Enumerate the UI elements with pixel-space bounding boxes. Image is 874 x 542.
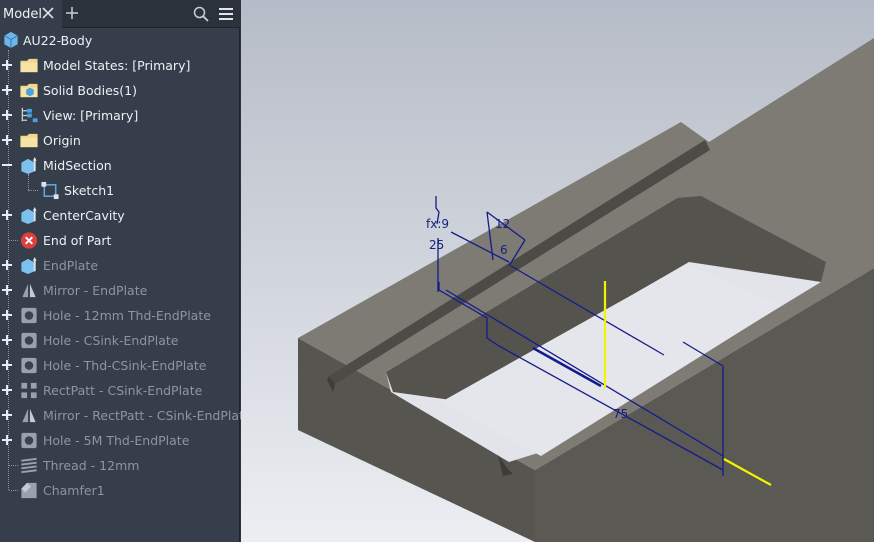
tree-item-label: Solid Bodies(1) [43,83,137,98]
tree-item-label: CenterCavity [43,208,125,223]
expand-icon[interactable] [1,359,13,371]
dim-75-label[interactable]: 75 [613,407,628,421]
tree-connector [9,490,18,491]
tree-item[interactable]: Mirror - EndPlate [0,278,240,303]
tree-item[interactable]: Thread - 12mm [0,453,240,478]
expand-icon[interactable] [1,284,13,296]
expand-icon[interactable] [1,259,13,271]
view-icon [21,107,38,123]
tree-item[interactable]: Mirror - RectPatt - CSink-EndPlate [0,403,252,428]
tree-item-label: Thread - 12mm [43,458,140,473]
expand-icon[interactable] [1,84,13,96]
tree-item-label: Mirror - RectPatt - CSink-EndPlate [43,408,252,423]
dim-6-label[interactable]: 6 [500,243,508,257]
tree-item[interactable]: Hole - CSink-EndPlate [0,328,240,353]
browser-header: Model [0,0,240,28]
tree-root-item[interactable]: AU22-Body [0,28,240,53]
tree-item[interactable]: Sketch1 [0,174,240,203]
extrude-icon [21,156,37,175]
tree-connector [28,174,29,190]
tree-item-label: EndPlate [43,258,99,273]
tree-item-label: Mirror - EndPlate [43,283,148,298]
tree-item[interactable]: MidSection [0,153,240,178]
expand-icon[interactable] [1,334,13,346]
hole-icon [21,307,37,324]
tree-item[interactable]: End of Part [0,228,240,253]
tree-item-label: Chamfer1 [43,483,105,498]
folder-icon [20,133,38,148]
dim-fx-label[interactable]: fx:9 [426,217,449,231]
rect-pattern-icon [21,382,37,399]
tab-model-label: Model [3,6,43,22]
tree-item[interactable]: Hole - 12mm Thd-EndPlate [0,303,240,328]
hamburger-menu-icon[interactable] [218,7,234,21]
close-icon[interactable] [41,6,55,20]
dim-12-label[interactable]: 12 [495,217,510,231]
expand-icon[interactable] [1,134,13,146]
tree-item-label: MidSection [43,158,112,173]
tree-item-label: Origin [43,133,81,148]
tree-item-label: RectPatt - CSink-EndPlate [43,383,203,398]
tree-item[interactable]: Hole - 5M Thd-EndPlate [0,428,240,453]
expand-icon[interactable] [1,109,13,121]
hole-icon [21,357,37,374]
tree-item[interactable]: Chamfer1 [0,478,240,503]
mirror-icon [22,408,36,423]
expand-icon[interactable] [1,434,13,446]
extrude-icon [21,256,37,275]
expand-icon[interactable] [1,409,13,421]
tree-item[interactable]: Origin [0,128,240,153]
tree-item-label: View: [Primary] [43,108,139,123]
tree-item-label: End of Part [43,233,112,248]
model-browser-panel: Model AU22-Body Model States: [Primary] So… [0,0,252,542]
tree-item[interactable]: Model States: [Primary] [0,53,240,78]
tree-connector [28,190,38,191]
tree-item-label: Sketch1 [64,183,115,198]
mirror-icon [22,283,36,298]
tree-item-label: Hole - Thd-CSink-EndPlate [43,358,207,373]
search-icon[interactable] [193,6,209,22]
tree-item[interactable]: CenterCavity [0,203,240,228]
tree-root-label: AU22-Body [23,33,93,48]
end-of-part-icon [20,232,38,249]
thread-icon [21,457,37,474]
sketch-icon [41,181,59,200]
tree-item[interactable]: EndPlate [0,253,240,278]
graphics-viewport[interactable]: fx:9 12 6 25 75 [241,0,874,542]
tree-item[interactable]: RectPatt - CSink-EndPlate [0,378,240,403]
expand-icon[interactable] [1,384,13,396]
dim-25-label[interactable]: 25 [429,238,444,252]
hole-icon [21,432,37,449]
chamfer-icon [21,482,37,499]
tree-connector [9,465,18,466]
tree-item[interactable]: Solid Bodies(1) [0,78,240,103]
collapse-icon[interactable] [1,159,13,171]
tree-item-label: Hole - 12mm Thd-EndPlate [43,308,211,323]
solid-bodies-folder-icon [20,83,38,98]
folder-icon [20,58,38,73]
part-icon [4,31,18,49]
hole-icon [21,332,37,349]
tree-item[interactable]: View: [Primary] [0,103,240,128]
expand-icon[interactable] [1,209,13,221]
tree-item[interactable]: Hole - Thd-CSink-EndPlate [0,353,240,378]
tree-item-label: Model States: [Primary] [43,58,191,73]
expand-icon[interactable] [1,309,13,321]
tree-item-label: Hole - 5M Thd-EndPlate [43,433,190,448]
plus-icon[interactable] [65,6,79,20]
extrude-icon [21,206,37,225]
expand-icon[interactable] [1,59,13,71]
tree-connector [9,240,18,241]
tree-item-label: Hole - CSink-EndPlate [43,333,179,348]
